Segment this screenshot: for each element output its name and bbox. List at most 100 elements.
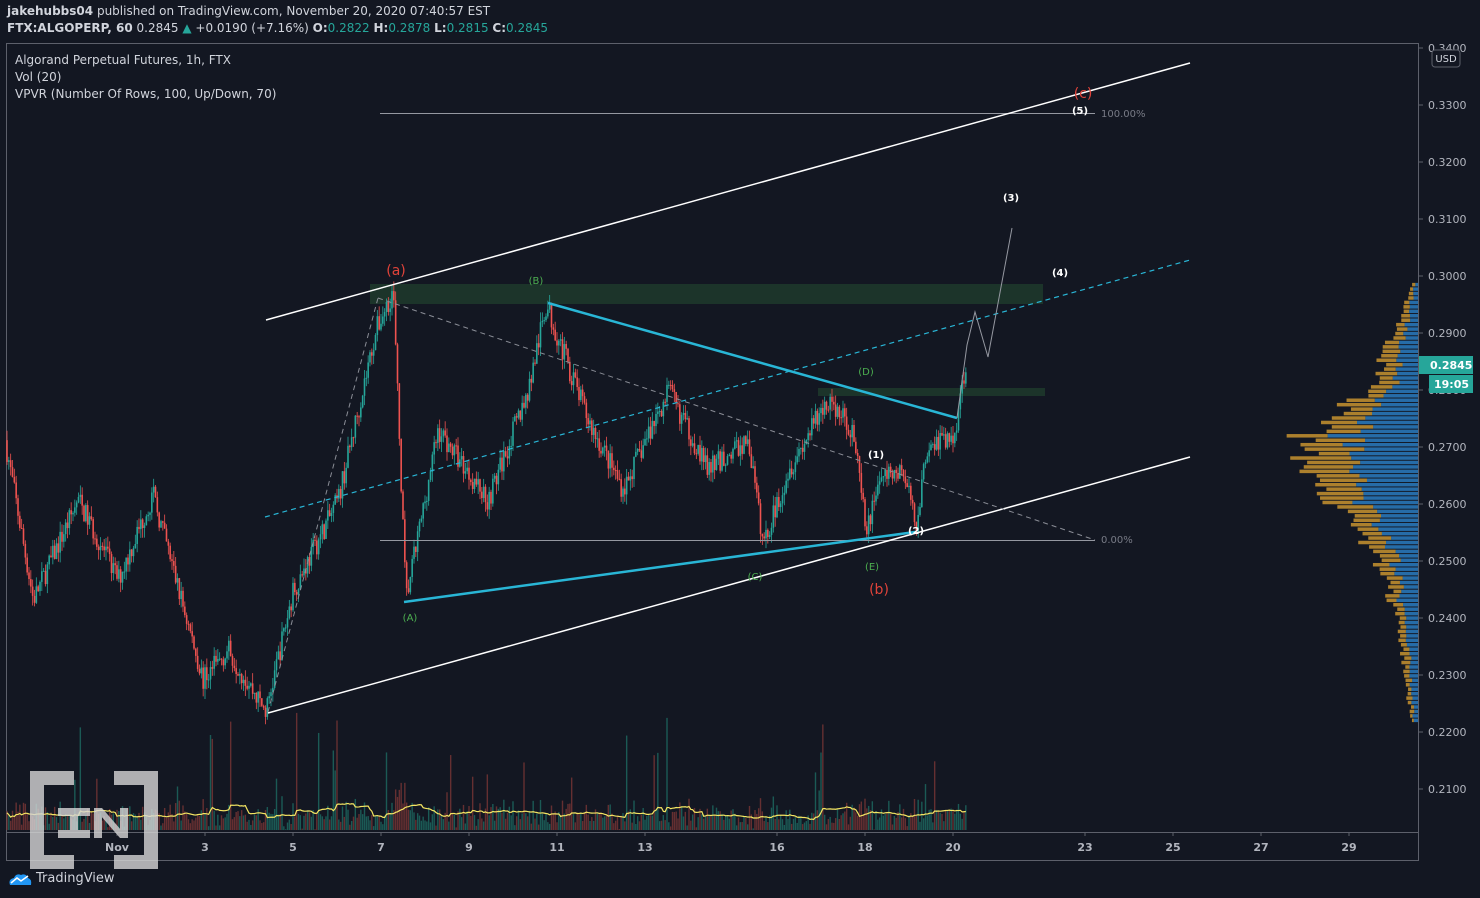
candle-body [697, 444, 699, 454]
candle-body [785, 480, 787, 493]
volume-bar [526, 816, 529, 830]
wave-a-dashed-line[interactable] [267, 297, 379, 713]
volume-bar [675, 811, 677, 830]
vpvr-down-bar [1395, 611, 1405, 616]
volume-bar [294, 816, 296, 830]
candle-body [310, 546, 313, 566]
triangle-lower-line[interactable] [403, 530, 916, 604]
vpvr-down-bar [1319, 478, 1367, 483]
candle-body [781, 495, 784, 504]
vpvr-up-bar [1351, 456, 1418, 460]
upper-channel-line[interactable] [265, 62, 1191, 321]
volume-bar [668, 822, 670, 830]
volume-bar [11, 810, 14, 830]
candle-body [943, 434, 945, 436]
candle-body [679, 404, 681, 424]
vpvr-up-bar [1380, 514, 1418, 518]
volume-bar [325, 816, 327, 830]
volume-bar [66, 814, 69, 830]
volume-bar [180, 820, 182, 830]
price-tick-label: 0.2600 [1428, 498, 1467, 511]
candle-body [840, 417, 842, 419]
volume-bar [8, 815, 10, 830]
volume-bar [598, 813, 600, 830]
candle-body [383, 311, 386, 317]
volume-bar [371, 814, 373, 830]
candle-body [17, 498, 19, 516]
volume-bar [702, 818, 705, 830]
vpvr-down-bar [1343, 411, 1373, 416]
tradingview-footer[interactable]: TradingView [8, 871, 115, 886]
vpvr-up-bar [1411, 687, 1418, 691]
candle-body [911, 499, 914, 504]
candle-body [847, 429, 850, 435]
volume-bar [587, 814, 589, 830]
candle-body [46, 564, 49, 585]
last-price-axis-label: 0.2845 [1430, 359, 1472, 372]
candle-body [413, 546, 415, 559]
volume-bar [328, 819, 331, 830]
candle-body [585, 402, 588, 419]
price-tick-label: 0.2500 [1428, 555, 1467, 568]
volume-bar [470, 815, 472, 830]
vpvr-up-bar [1406, 616, 1418, 620]
candle-body [167, 541, 170, 546]
vpvr-up-bar [1383, 394, 1418, 398]
volume-bar [28, 821, 30, 830]
candle-body [15, 482, 17, 499]
vpvr-down-bar [1354, 514, 1381, 518]
candle-body [853, 425, 855, 442]
candle-body [125, 557, 127, 572]
volume-bar [163, 807, 166, 830]
candle-body [754, 466, 756, 483]
volume-bar [202, 799, 204, 830]
chart-canvas[interactable]: (a) (b) (c) (A) (B) (C) (D) (E) (1) (2) … [0, 0, 1480, 898]
volume-bar [545, 814, 547, 830]
volume-bar [303, 815, 305, 830]
volume-bar [877, 819, 879, 830]
candle-body [611, 453, 613, 468]
candle-body [506, 456, 509, 459]
vpvr-up-bar [1378, 527, 1418, 531]
candle-body [706, 455, 709, 475]
volume-bar [743, 816, 745, 830]
volume-bar [532, 800, 534, 830]
candle-body [701, 447, 703, 462]
resistance-zone[interactable] [370, 284, 1043, 304]
candle-body [526, 394, 529, 401]
vpvr-up-bar [1372, 411, 1418, 416]
volume-bar [682, 816, 685, 830]
candle-body [756, 482, 758, 493]
volume-bar [352, 816, 355, 830]
vpvr-up-bar [1361, 487, 1418, 491]
vpvr-down-bar [1316, 491, 1364, 496]
volume-bar [926, 815, 929, 830]
volume-bar [415, 819, 417, 830]
volume-bar [191, 819, 193, 830]
wave-c-label: (c) [1074, 86, 1093, 102]
triangle-upper-line[interactable] [547, 301, 958, 420]
volume-bar [638, 821, 641, 830]
vpvr-down-bar [1379, 554, 1400, 558]
candle-body [162, 521, 164, 523]
candle-body [277, 651, 280, 660]
vpvr-down-bar [1398, 620, 1405, 625]
volume-bar [873, 829, 875, 830]
candle-body [116, 565, 118, 579]
vpvr-up-bar [1360, 429, 1418, 434]
volume-bar [167, 812, 170, 830]
candle-body [844, 408, 846, 417]
volume-bar [22, 802, 25, 830]
candle-body [283, 628, 285, 632]
candle-body [558, 340, 560, 346]
candle-body [647, 426, 650, 439]
volume-bar [471, 776, 474, 830]
volume-bar [193, 820, 195, 830]
candle-body [409, 576, 412, 593]
candle-body [264, 707, 267, 717]
candle-body [262, 705, 265, 708]
candle-body [866, 526, 868, 535]
volume-bar [543, 820, 545, 830]
candle-body [255, 692, 258, 703]
vpvr-down-bar [1397, 629, 1406, 634]
